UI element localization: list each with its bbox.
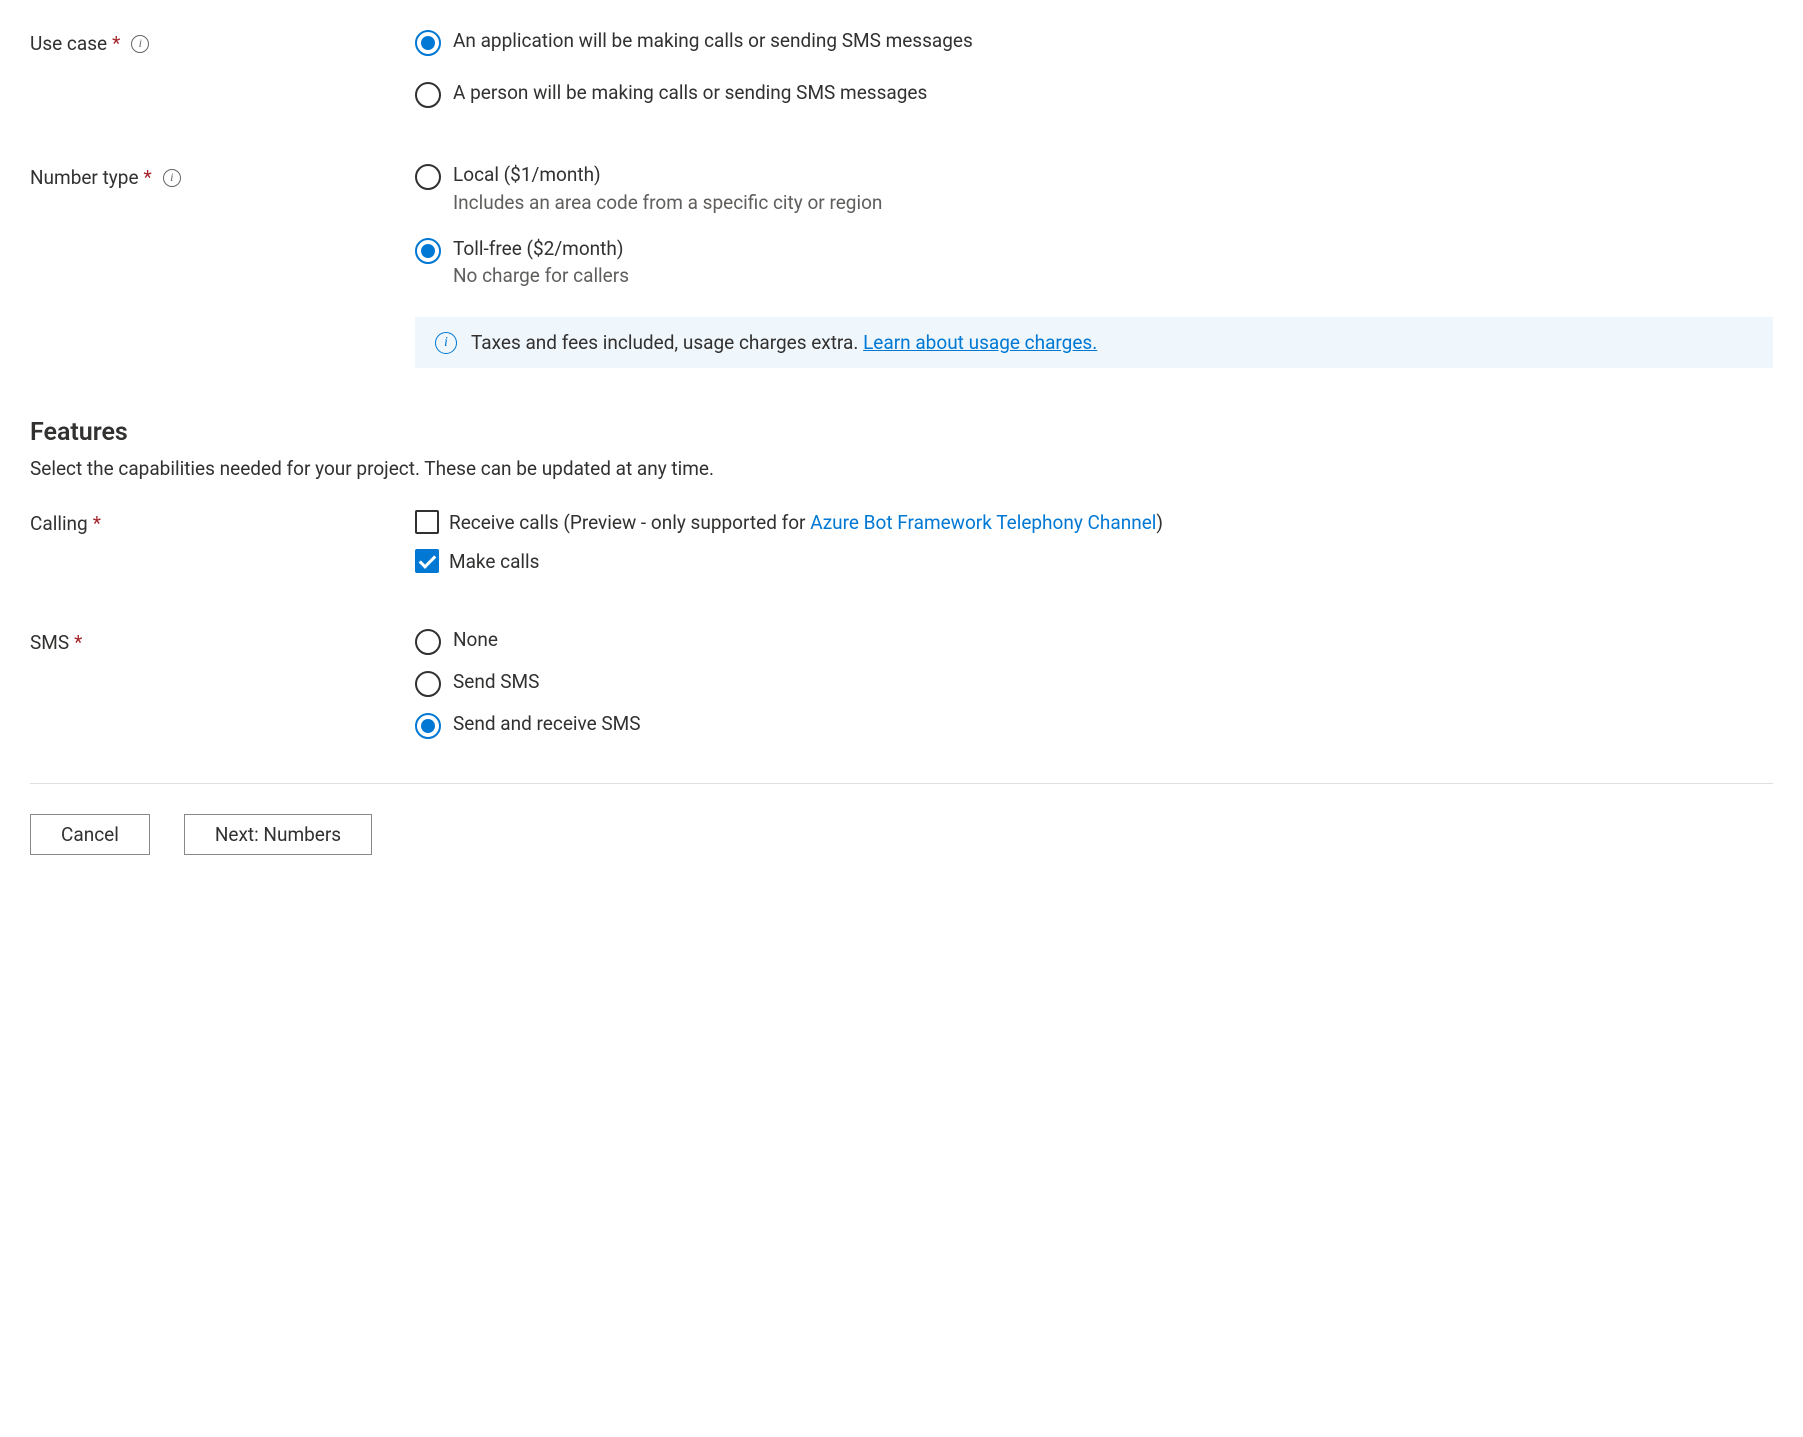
radio-circle-selected-icon <box>415 238 441 264</box>
number-type-local-desc: Includes an area code from a specific ci… <box>453 191 882 214</box>
receive-calls-label: Receive calls (Preview - only supported … <box>449 510 1163 537</box>
radio-circle-selected-icon <box>415 30 441 56</box>
sms-label: SMS <box>30 631 69 654</box>
radio-circle-icon <box>415 164 441 190</box>
use-case-label: Use case <box>30 32 107 55</box>
info-icon: i <box>435 332 457 354</box>
features-heading: Features <box>30 418 1773 447</box>
features-description: Select the capabilities needed for your … <box>30 457 1773 480</box>
number-type-label: Number type <box>30 166 139 189</box>
calling-label-group: Calling * <box>30 510 415 535</box>
required-asterisk: * <box>112 32 120 55</box>
number-type-local-title: Local ($1/month) <box>453 162 882 189</box>
use-case-label-group: Use case * i <box>30 28 415 55</box>
checkbox-checked-icon <box>415 549 439 573</box>
learn-usage-charges-link[interactable]: Learn about usage charges. <box>863 331 1097 354</box>
required-asterisk: * <box>144 166 152 189</box>
sms-none-label: None <box>453 627 498 654</box>
radio-circle-icon <box>415 629 441 655</box>
use-case-person-radio[interactable]: A person will be making calls or sending… <box>415 80 1773 108</box>
callout-text: Taxes and fees included, usage charges e… <box>471 331 1097 354</box>
number-type-tollfree-radio[interactable]: Toll-free ($2/month) No charge for calle… <box>415 236 1773 288</box>
number-type-label-group: Number type * i <box>30 162 415 189</box>
make-calls-label: Make calls <box>449 549 539 576</box>
sms-send-receive-label: Send and receive SMS <box>453 711 641 738</box>
next-numbers-button[interactable]: Next: Numbers <box>184 814 372 855</box>
sms-send-receive-radio[interactable]: Send and receive SMS <box>415 711 1773 739</box>
receive-calls-suffix: ) <box>1156 511 1163 534</box>
usage-charges-callout: i Taxes and fees included, usage charges… <box>415 317 1773 368</box>
azure-bot-framework-link[interactable]: Azure Bot Framework Telephony Channel <box>810 511 1156 534</box>
radio-circle-icon <box>415 671 441 697</box>
info-icon[interactable]: i <box>131 35 149 53</box>
calling-label: Calling <box>30 512 88 535</box>
footer: Cancel Next: Numbers <box>30 783 1773 855</box>
sms-send-radio[interactable]: Send SMS <box>415 669 1773 697</box>
sms-send-label: Send SMS <box>453 669 539 696</box>
use-case-person-label: A person will be making calls or sending… <box>453 80 927 107</box>
number-type-tollfree-desc: No charge for callers <box>453 264 629 287</box>
required-asterisk: * <box>74 631 82 654</box>
receive-calls-prefix: Receive calls (Preview - only supported … <box>449 511 810 534</box>
make-calls-checkbox[interactable]: Make calls <box>415 549 1773 576</box>
callout-text-body: Taxes and fees included, usage charges e… <box>471 331 863 354</box>
sms-label-group: SMS * <box>30 627 415 654</box>
use-case-application-label: An application will be making calls or s… <box>453 28 973 55</box>
use-case-application-radio[interactable]: An application will be making calls or s… <box>415 28 1773 56</box>
radio-circle-icon <box>415 82 441 108</box>
info-icon[interactable]: i <box>163 169 181 187</box>
sms-none-radio[interactable]: None <box>415 627 1773 655</box>
required-asterisk: * <box>93 512 101 535</box>
receive-calls-checkbox[interactable]: Receive calls (Preview - only supported … <box>415 510 1773 537</box>
number-type-local-radio[interactable]: Local ($1/month) Includes an area code f… <box>415 162 1773 214</box>
number-type-tollfree-title: Toll-free ($2/month) <box>453 236 629 263</box>
cancel-button[interactable]: Cancel <box>30 814 150 855</box>
checkbox-unchecked-icon <box>415 510 439 534</box>
radio-circle-selected-icon <box>415 713 441 739</box>
